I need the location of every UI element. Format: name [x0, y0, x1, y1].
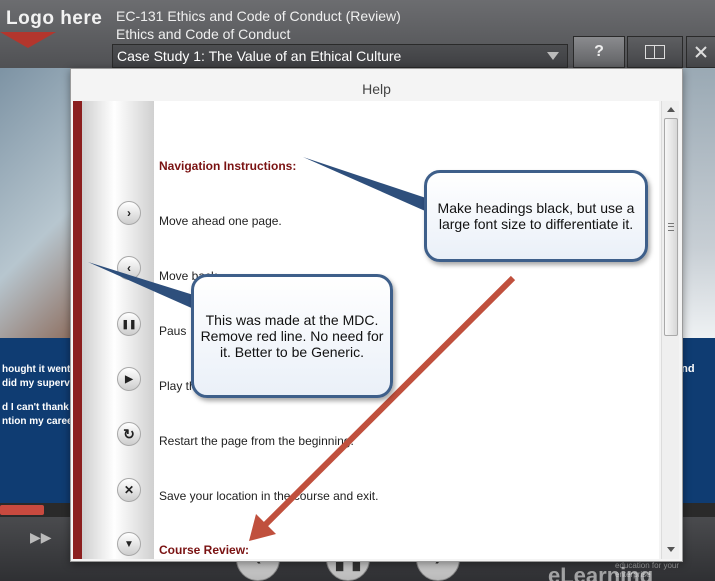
grip-icon — [668, 223, 674, 231]
progress-fill — [0, 505, 44, 515]
help-scrollbar[interactable] — [661, 101, 679, 559]
close-button[interactable] — [686, 36, 715, 68]
brand-tagline: education for your enterprise — [615, 561, 680, 579]
logo-arrow-icon — [0, 32, 56, 48]
help-item-text: Paus — [159, 324, 187, 338]
glossary-button[interactable] — [627, 36, 683, 68]
logo: Logo here — [6, 8, 103, 29]
pause-icon: ❚❚ — [117, 312, 141, 336]
chevron-right-icon: › — [117, 201, 141, 225]
scroll-thumb[interactable] — [664, 118, 678, 336]
course-review-heading: Course Review: — [159, 543, 250, 557]
exit-icon: ✕ — [117, 478, 141, 502]
help-button[interactable]: ? — [573, 36, 625, 68]
top-bar: Logo here EC-131 Ethics and Code of Cond… — [0, 0, 715, 69]
help-item-text: Move ahead one page. — [159, 214, 282, 228]
course-player: Logo here EC-131 Ethics and Code of Cond… — [0, 0, 715, 581]
stage-photo — [0, 68, 72, 348]
transcript-line: did my supervi — [2, 378, 73, 389]
scroll-up-icon[interactable] — [667, 107, 675, 112]
chevron-left-icon: ‹ — [117, 256, 141, 280]
navigation-heading: Navigation Instructions: — [159, 159, 297, 173]
help-item-text: Restart the page from the beginning. — [159, 434, 354, 448]
help-title: Help — [362, 81, 391, 97]
restart-icon: ↻ — [117, 422, 141, 446]
help-item-text: Save your location in the course and exi… — [159, 489, 379, 503]
transcript-line: d I can't thank — [2, 402, 69, 413]
transcript-line: ntion my caree — [2, 416, 73, 427]
chevron-down-icon: ▼ — [117, 532, 141, 556]
red-rule — [73, 101, 82, 559]
callout-headings: Make headings black, but use a large fon… — [424, 170, 648, 262]
scroll-down-icon[interactable] — [667, 547, 675, 552]
course-title: Ethics and Code of Conduct — [116, 26, 291, 42]
chevron-down-icon — [547, 52, 559, 60]
callout-red-line: This was made at the MDC. Remove red lin… — [191, 274, 393, 398]
icon-column: › ‹ ❚❚ ▶ ↻ ✕ ▼ — [82, 101, 154, 559]
transcript-line: hought it went — [2, 364, 71, 375]
fast-forward-icon[interactable]: ▶▶ — [30, 529, 52, 546]
current-page-title: Case Study 1: The Value of an Ethical Cu… — [117, 48, 402, 64]
page-selector[interactable]: Case Study 1: The Value of an Ethical Cu… — [112, 44, 568, 68]
close-icon — [695, 46, 707, 58]
course-code: EC-131 Ethics and Code of Conduct (Revie… — [116, 8, 401, 24]
book-icon — [645, 45, 665, 59]
play-icon: ▶ — [117, 367, 141, 391]
